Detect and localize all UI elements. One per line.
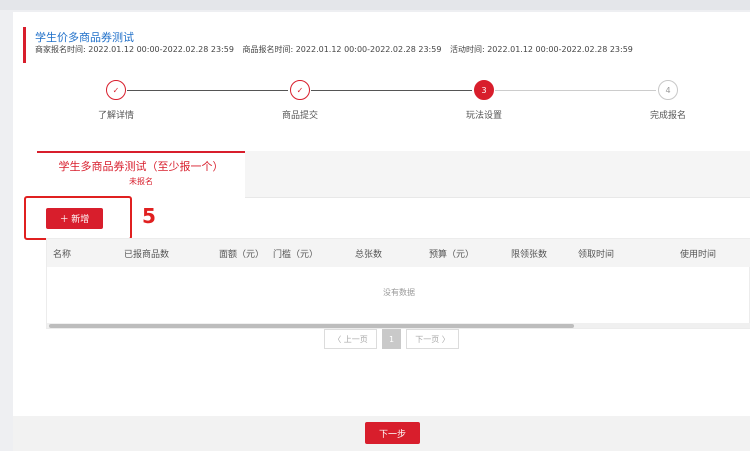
page-number-button[interactable]: 1	[382, 329, 401, 349]
progress-steps: ✓ 了解详情 ✓ 商品提交 3 玩法设置 4 完成报名	[13, 80, 750, 140]
tab-coupon-name: 学生多商品券测试（至少报一个）	[58, 160, 224, 173]
step-learn-details: ✓ 了解详情	[71, 80, 161, 121]
product-signup-time: 商品报名时间: 2022.01.12 00:00-2022.02.28 23:5…	[242, 45, 442, 54]
column-header: 已报商品数	[124, 250, 170, 260]
coupon-table: 名称 已报商品数 面额（元） 门槛（元） 总张数 预算（元） 限领张数 领取时间…	[46, 238, 750, 329]
header-accent-bar	[23, 27, 26, 63]
step-label: 商品提交	[281, 111, 318, 121]
step-number-4: 4	[658, 80, 678, 100]
step-label: 玩法设置	[465, 111, 502, 121]
column-header: 预算（元）	[429, 250, 475, 260]
table-header: 名称 已报商品数 面额（元） 门槛（元） 总张数 预算（元） 限领张数 领取时间…	[47, 239, 750, 267]
column-header: 名称	[53, 250, 72, 260]
step-number-3: 3	[474, 80, 494, 100]
step-play-settings: 3 玩法设置	[439, 80, 529, 121]
merchant-signup-time: 商家报名时间: 2022.01.12 00:00-2022.02.28 23:5…	[35, 45, 234, 54]
prev-page-button[interactable]: 〈 上一页	[324, 329, 377, 349]
scrollbar-thumb[interactable]	[49, 324, 574, 328]
coupon-tabs: 学生多商品券测试（至少报一个） 未报名	[37, 151, 750, 198]
page-title: 学生价多商品券测试	[35, 31, 134, 44]
activity-time: 活动时间: 2022.01.12 00:00-2022.02.28 23:59	[449, 45, 633, 54]
column-header: 总张数	[355, 250, 383, 260]
next-page-button[interactable]: 下一页 〉	[406, 329, 459, 349]
annotation-number: 5	[142, 204, 156, 228]
time-info: 商家报名时间: 2022.01.12 00:00-2022.02.28 23:5…	[35, 44, 639, 55]
column-header: 门槛（元）	[273, 250, 319, 260]
add-button[interactable]: ＋ 新增	[46, 208, 103, 229]
empty-state-text: 没有数据	[383, 288, 415, 297]
column-header: 限领张数	[511, 250, 548, 260]
check-icon: ✓	[290, 80, 310, 100]
browser-top-strip	[0, 0, 750, 10]
tab-coupon-status: 未报名	[129, 177, 153, 186]
check-icon: ✓	[106, 80, 126, 100]
step-label: 完成报名	[649, 111, 686, 121]
step-submit-products: ✓ 商品提交	[255, 80, 345, 121]
tab-coupon[interactable]: 学生多商品券测试（至少报一个） 未报名	[37, 151, 245, 198]
column-header: 领取时间	[578, 250, 615, 260]
next-step-button[interactable]: 下一步	[365, 422, 420, 444]
step-complete-signup: 4 完成报名	[623, 80, 713, 121]
column-header: 面额（元）	[219, 250, 265, 260]
step-label: 了解详情	[97, 111, 134, 121]
column-header: 使用时间	[680, 250, 717, 260]
main-card: 学生价多商品券测试 商家报名时间: 2022.01.12 00:00-2022.…	[13, 12, 750, 451]
